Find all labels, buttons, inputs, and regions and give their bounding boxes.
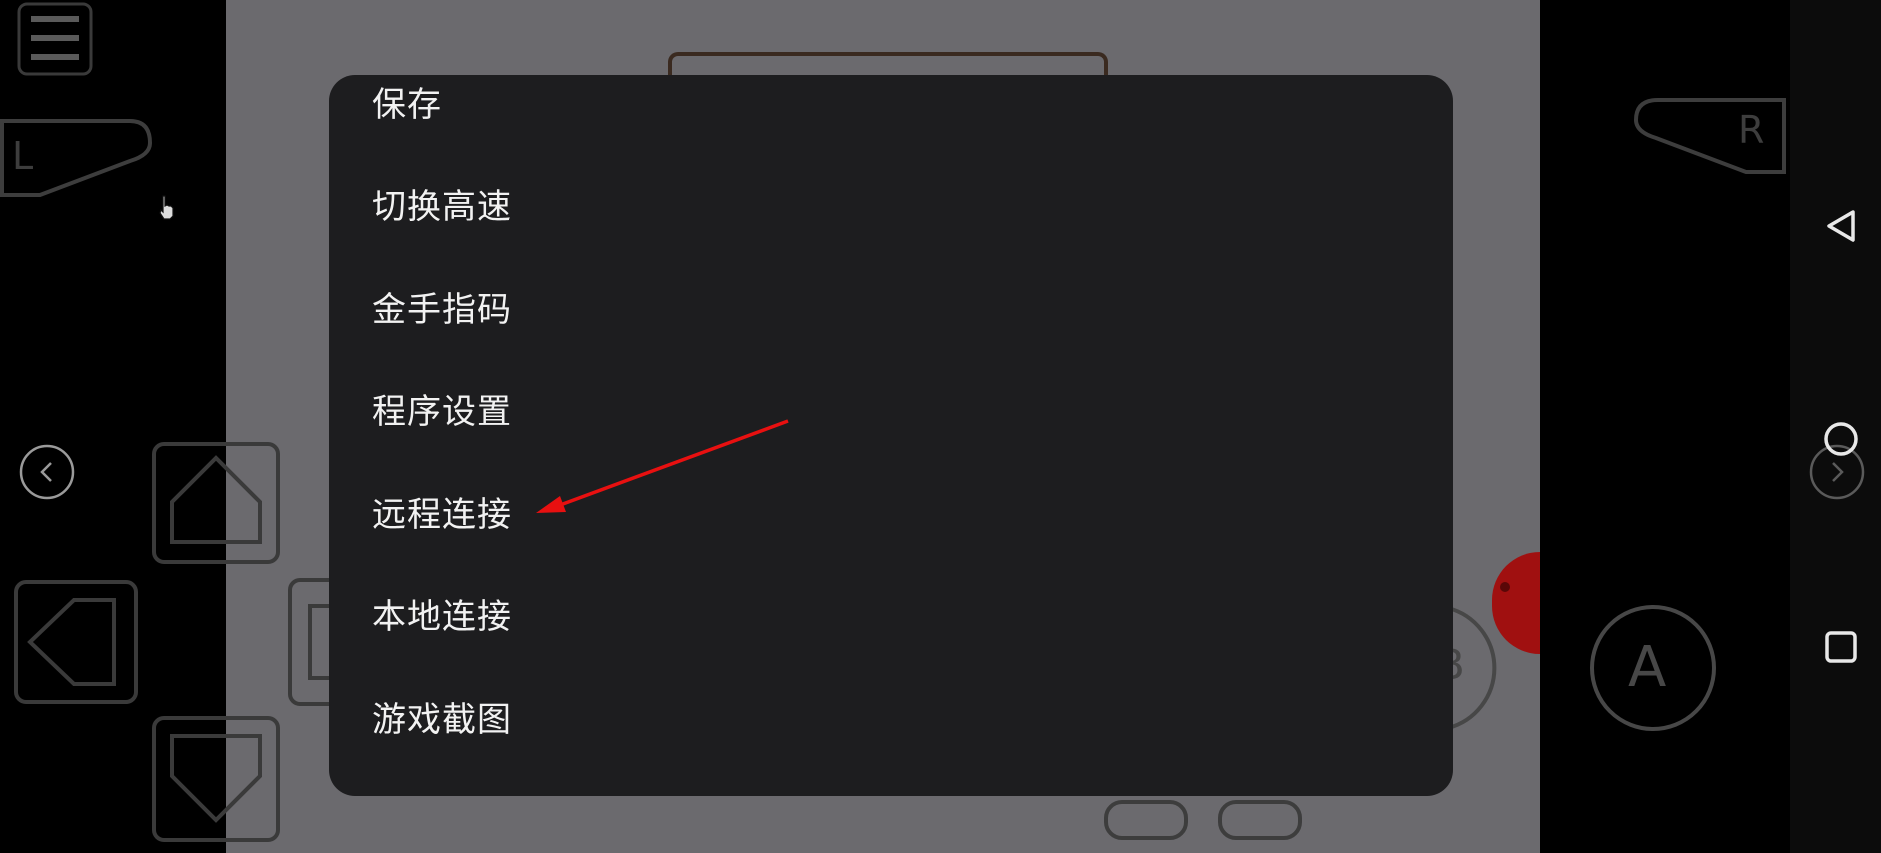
annotation-arrow <box>536 419 789 513</box>
